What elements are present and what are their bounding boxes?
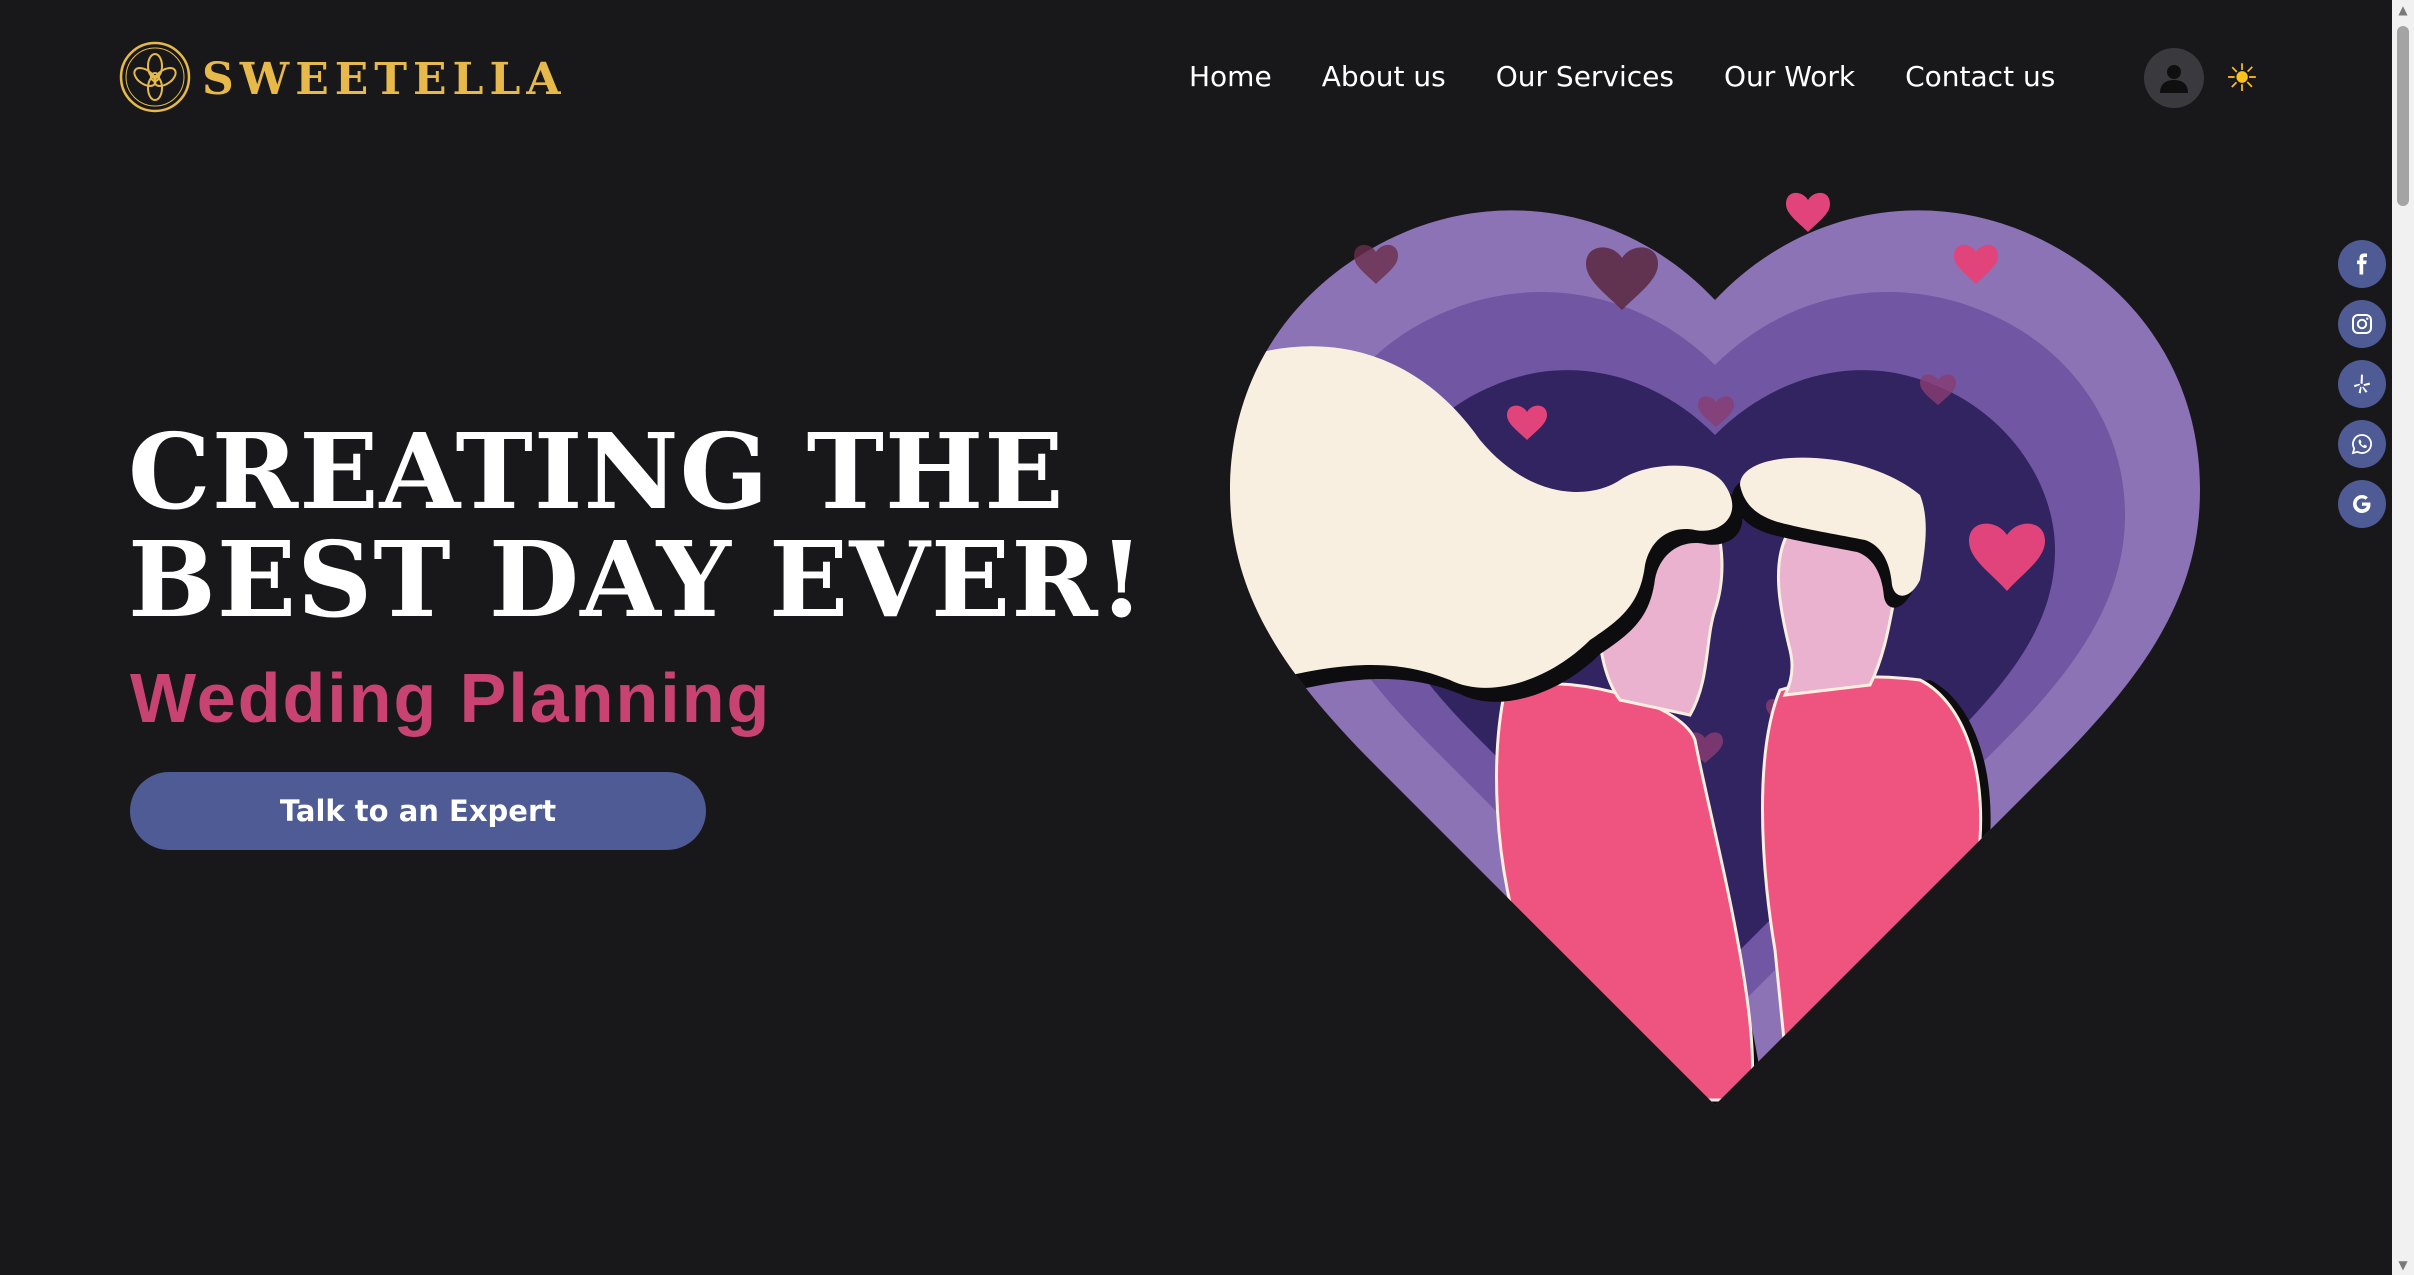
nav-home[interactable]: Home [1189, 60, 1272, 93]
hero-title-line-2: BEST DAY EVER! [128, 518, 1146, 641]
google-icon [2352, 495, 2371, 513]
account-button[interactable] [2144, 48, 2204, 108]
user-icon [2160, 65, 2188, 93]
scroll-down-arrow-icon[interactable]: ▼ [2392, 1255, 2414, 1275]
yelp-icon [2354, 374, 2370, 394]
whatsapp-button[interactable] [2338, 420, 2386, 468]
instagram-button[interactable] [2338, 300, 2386, 348]
google-button[interactable] [2338, 480, 2386, 528]
facebook-button[interactable] [2338, 240, 2386, 288]
nav-about-us[interactable]: About us [1322, 60, 1446, 93]
page-scrollbar[interactable]: ▲ ▼ [2392, 0, 2414, 1275]
facebook-icon [2357, 253, 2367, 275]
scrollbar-thumb[interactable] [2397, 26, 2409, 206]
lotus-emblem-icon [119, 41, 191, 113]
whatsapp-icon [2351, 434, 2372, 455]
scroll-up-arrow-icon[interactable]: ▲ [2392, 0, 2414, 20]
yelp-button[interactable] [2338, 360, 2386, 408]
hero-title-line-1: CREATING THE [128, 410, 1065, 533]
nav-our-work[interactable]: Our Work [1724, 60, 1855, 93]
sun-icon[interactable]: ☀ [2225, 56, 2259, 100]
couple-heart-illustration [1230, 192, 2200, 1106]
nav-our-services[interactable]: Our Services [1496, 60, 1674, 93]
brand-logo[interactable]: SWEETELLA [118, 40, 567, 114]
main-nav: Home About us Our Services Our Work Cont… [1189, 60, 2055, 93]
talk-to-expert-button[interactable]: Talk to an Expert [130, 772, 706, 850]
social-links [2338, 240, 2386, 528]
brand-name: SWEETELLA [202, 53, 567, 105]
instagram-icon [2352, 314, 2372, 334]
hero-title: CREATING THE BEST DAY EVER! [128, 418, 1145, 634]
hero-subtitle: Wedding Planning [130, 659, 772, 737]
nav-contact-us[interactable]: Contact us [1905, 60, 2055, 93]
page: SWEETELLA Home About us Our Services Our… [0, 0, 2414, 1275]
